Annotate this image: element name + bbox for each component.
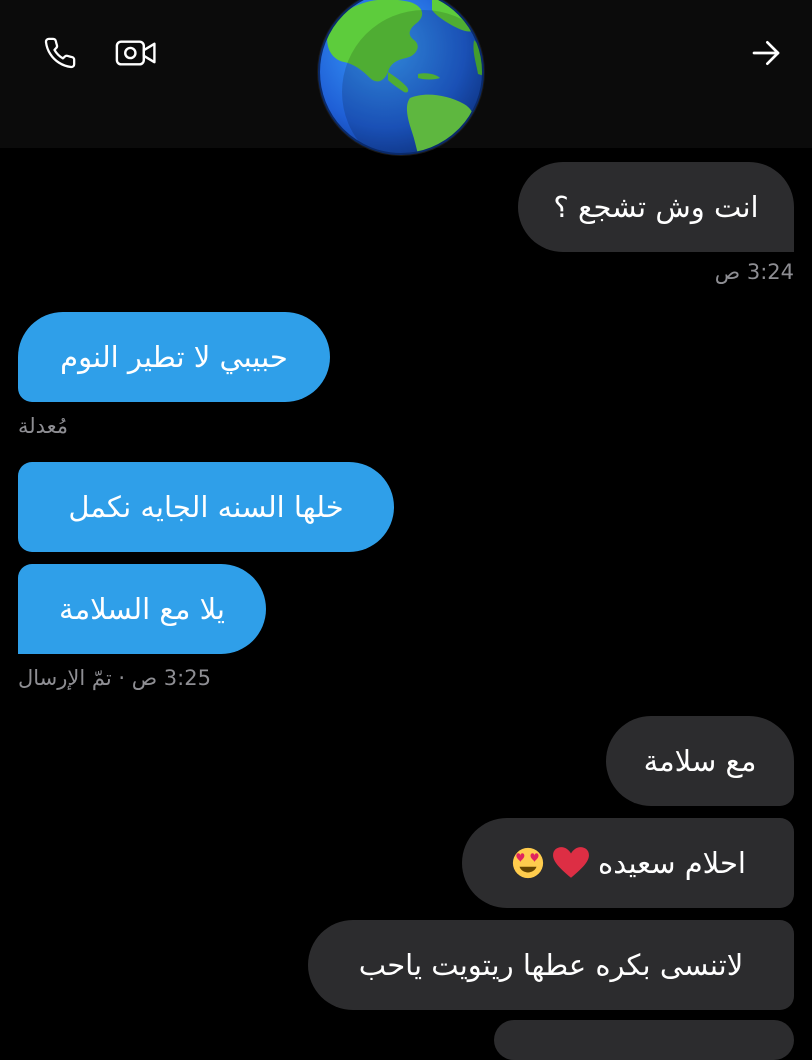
message-bubble-sent[interactable]: يلا مع السلامة <box>18 564 266 654</box>
red-heart-emoji <box>552 846 589 880</box>
message-text: انت وش تشجع ؟ <box>553 190 759 224</box>
video-camera-icon[interactable] <box>110 30 162 76</box>
message-bubble-sent[interactable]: خلها السنه الجايه نكمل <box>18 462 394 552</box>
message-text: حبيبي لا تطير النوم <box>60 340 288 374</box>
message-bubble-received[interactable]: احلام سعيده <box>462 818 794 908</box>
message-text: لاتنسى بكره عطها ريتويت ياحب <box>358 948 744 982</box>
message-bubble-received[interactable]: مع سلامة <box>606 716 794 806</box>
smiling-face-with-heart-eyes-emoji <box>510 846 546 880</box>
globe-americas-emoji <box>317 0 485 156</box>
message-text: يلا مع السلامة <box>59 592 225 626</box>
message-bubble-sent[interactable]: حبيبي لا تطير النوم <box>18 312 330 402</box>
message-edited-label: مُعدلة <box>18 414 69 438</box>
message-text: مع سلامة <box>643 744 757 778</box>
phone-icon[interactable] <box>36 30 84 76</box>
message-status: 3:25 ص · تمّ الإرسال <box>18 666 211 690</box>
emoji-group <box>510 846 589 880</box>
message-text: خلها السنه الجايه نكمل <box>68 490 344 524</box>
arrow-right-icon[interactable] <box>742 30 790 76</box>
message-text: احلام سعيده <box>598 846 746 880</box>
message-bubble-received[interactable]: انت وش تشجع ؟ <box>518 162 794 252</box>
contact-avatar[interactable] <box>314 0 488 158</box>
message-bubble-received[interactable]: لاتنسى بكره عطها ريتويت ياحب <box>308 920 794 1010</box>
message-timestamp: 3:24 ص <box>714 260 794 284</box>
message-bubble-received-partial[interactable] <box>494 1020 794 1060</box>
